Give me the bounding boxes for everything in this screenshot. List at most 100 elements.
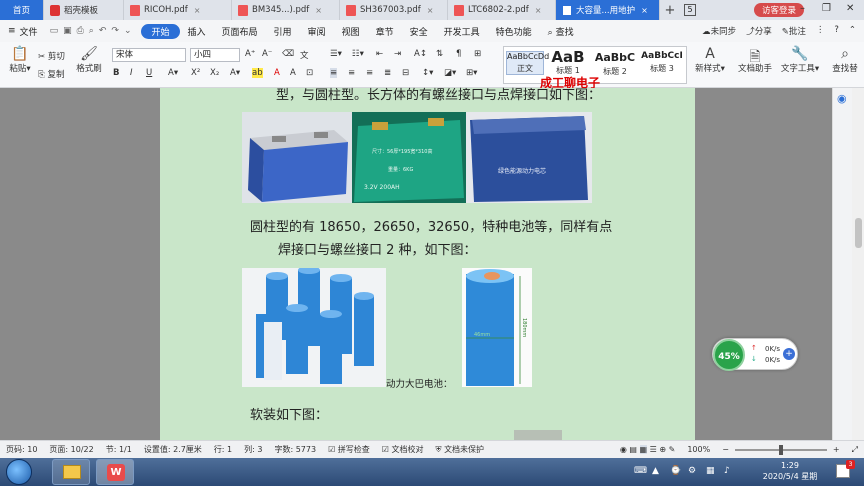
share-button[interactable]: ⤴分享 [746, 25, 772, 37]
guest-login-button[interactable]: 访客登录 [753, 3, 804, 17]
align-left-icon[interactable]: ≡ [330, 68, 338, 78]
tab-pdf[interactable]: LTC6802-2.pdf × [448, 0, 556, 20]
status-position[interactable]: 设置值: 2.7厘米 [138, 444, 208, 455]
paragraph-line[interactable]: 圆柱型的有 18650，26650，32650，特种电池等，同样有点 [250, 216, 612, 235]
numbering-icon[interactable]: ☷▾ [352, 49, 364, 59]
zoom-in-icon[interactable]: + [827, 445, 846, 454]
menu-view[interactable]: 视图 [334, 25, 368, 38]
pinyin-icon[interactable]: 文 [300, 49, 309, 61]
document-area[interactable]: 型，与圆柱型。长方体的有螺丝接口与点焊接口如下图： 尺寸：56厚*195宽*31… [0, 88, 864, 440]
page-view-icon[interactable]: ▦ [639, 445, 648, 454]
font-name-select[interactable]: 宋体 [112, 48, 186, 62]
tray-icon[interactable]: ⌚ [670, 466, 681, 476]
menu-insert[interactable]: 插入 [180, 25, 214, 38]
bold-icon[interactable]: B [113, 68, 119, 78]
print-icon[interactable]: ⎙ [77, 26, 84, 36]
explorer-taskbar-button[interactable] [52, 459, 90, 485]
show-marks-icon[interactable]: ¶ [456, 49, 461, 59]
menu-page-layout[interactable]: 页面布局 [214, 25, 266, 38]
outline-view-icon[interactable]: ☰ [650, 445, 657, 454]
tab-pdf[interactable]: SH367003.pdf × [340, 0, 448, 20]
menu-references[interactable]: 引用 [266, 25, 300, 38]
protection-button[interactable]: ⛨ 文档未保护 [430, 444, 491, 455]
tab-home[interactable]: 首页 [0, 0, 44, 20]
grow-font-icon[interactable]: A⁺ [245, 49, 255, 59]
tab-docer[interactable]: 稻壳模板 [44, 0, 124, 20]
help-icon[interactable]: ? [834, 25, 839, 37]
shrink-font-icon[interactable]: A⁻ [262, 49, 272, 59]
status-page[interactable]: 页码: 10 [0, 444, 43, 455]
network-speed-widget[interactable]: 45% ↑ ↓ 0K/s 0K/s + [712, 338, 798, 371]
windows-start-icon[interactable] [6, 459, 32, 485]
menu-security[interactable]: 安全 [402, 25, 436, 38]
undo-icon[interactable]: ↶ [99, 26, 107, 36]
status-pages[interactable]: 页面: 10/22 [43, 444, 99, 455]
menu-features[interactable]: 特色功能 [488, 25, 540, 38]
close-icon[interactable]: × [641, 6, 648, 15]
wps-taskbar-button[interactable]: W [96, 459, 134, 485]
status-words[interactable]: 字数: 5773 [268, 444, 322, 455]
paste-button[interactable]: 📋 粘贴▾ [6, 46, 34, 74]
collapse-ribbon-icon[interactable]: ⌃ [849, 25, 856, 37]
style-normal[interactable]: AaBbCcDd 正文 [506, 51, 549, 75]
shading-icon[interactable]: ◪▾ [444, 68, 456, 78]
close-window-icon[interactable]: ✕ [846, 3, 854, 14]
chinese-layout-icon[interactable]: A↕ [414, 49, 427, 59]
doc-helper-button[interactable]: 🗎 文档助手 [736, 46, 774, 74]
font-effects-icon[interactable]: A▾ [168, 68, 178, 78]
image-caption[interactable]: 动力大巴电池： [386, 376, 453, 390]
comment-button[interactable]: ✎批注 [782, 25, 806, 37]
paragraph-line[interactable]: 软装如下图： [250, 404, 328, 423]
redo-icon[interactable]: ↷ [111, 26, 119, 36]
tab-document-active[interactable]: 大容量...用地护 × [556, 0, 660, 20]
italic-icon[interactable]: I [130, 68, 133, 78]
clear-format-icon[interactable]: ⌫ [282, 49, 294, 59]
menu-developer[interactable]: 开发工具 [436, 25, 488, 38]
new-tab-plus-icon[interactable]: + [660, 3, 680, 18]
web-view-icon[interactable]: ⊕ [659, 445, 666, 454]
subscript-icon[interactable]: X₂ [210, 68, 219, 78]
tab-pdf[interactable]: BM345...).pdf × [232, 0, 340, 20]
paragraph-line[interactable]: 焊接口与螺丝接口 2 种，如下图： [278, 239, 477, 258]
close-icon[interactable]: × [427, 6, 434, 15]
style-heading3[interactable]: AaBbCcI 标题 3 [640, 51, 684, 74]
status-section[interactable]: 节: 1/1 [100, 444, 138, 455]
system-clock[interactable]: 1:29 2020/5/4 星期一 [760, 460, 820, 486]
find-replace-button[interactable]: ⌕ 查找替 [828, 46, 862, 74]
char-spacing-icon[interactable]: ⊞ [474, 49, 481, 59]
underline-icon[interactable]: U [146, 68, 152, 78]
volume-icon[interactable]: ♪ [724, 466, 730, 476]
close-icon[interactable]: × [315, 6, 322, 15]
proofread-button[interactable]: ☑ 文档校对 [376, 444, 430, 455]
read-mode-icon[interactable]: ▤ [629, 445, 637, 454]
eye-protect-icon[interactable]: ◉ [620, 445, 627, 454]
vertical-scrollbar[interactable] [852, 88, 864, 440]
status-row[interactable]: 行: 1 [208, 444, 238, 455]
superscript-icon[interactable]: X² [191, 68, 200, 78]
tray-icon[interactable]: ▲ [652, 466, 659, 476]
font-size-select[interactable]: 小四 [190, 48, 240, 62]
char-shading-icon[interactable]: A [290, 68, 296, 78]
cut-button[interactable]: ✂ 剪切 [38, 50, 65, 62]
write-mode-icon[interactable]: ✎ [669, 445, 676, 454]
paragraph-line[interactable]: 型，与圆柱型。长方体的有螺丝接口与点焊接口如下图： [276, 84, 601, 103]
format-painter-button[interactable]: 🖌 格式刷 [72, 46, 106, 74]
zoom-slider-thumb[interactable] [778, 444, 783, 455]
highlight-icon[interactable]: ab [252, 68, 263, 78]
justify-icon[interactable]: ≣ [384, 68, 391, 78]
menu-chapter[interactable]: 章节 [368, 25, 402, 38]
align-right-icon[interactable]: ≡ [366, 68, 373, 78]
plus-icon[interactable]: + [783, 348, 795, 360]
tab-count-badge[interactable]: 5 [684, 4, 696, 16]
print-preview-icon[interactable]: ⌕ [89, 26, 94, 36]
decrease-indent-icon[interactable]: ⇤ [376, 49, 383, 59]
maximize-icon[interactable]: ❐ [822, 3, 831, 14]
borders-icon[interactable]: ⊞▾ [466, 68, 477, 78]
sort-icon[interactable]: ⇅ [436, 49, 443, 59]
distribute-icon[interactable]: ⊟ [402, 68, 409, 78]
line-spacing-icon[interactable]: ↕▾ [422, 68, 433, 78]
align-center-icon[interactable]: ≡ [348, 68, 355, 78]
increase-indent-icon[interactable]: ⇥ [394, 49, 401, 59]
status-col[interactable]: 列: 3 [238, 444, 268, 455]
close-icon[interactable]: × [535, 6, 542, 15]
